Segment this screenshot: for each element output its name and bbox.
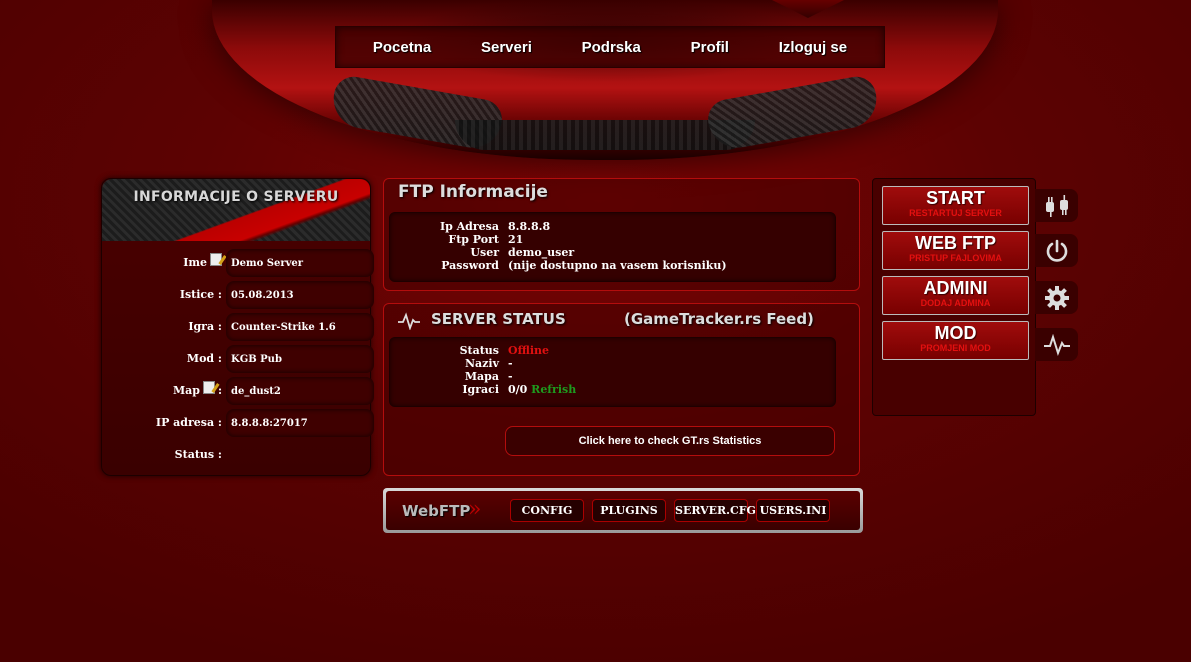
info-label-map: Map: [172, 384, 200, 397]
gear-icon[interactable]: [1035, 281, 1078, 314]
info-label-istice: Istice :: [179, 288, 222, 301]
ftp-value-ip: 8.8.8.8: [508, 220, 551, 233]
ftp-info-title: FTP Informacije: [398, 182, 548, 202]
webftp-servercfg-button[interactable]: SERVER.CFG: [674, 499, 756, 522]
server-status-subtitle: (GameTracker.rs Feed): [624, 310, 814, 328]
server-info-panel: INFORMACIJE O SERVERU Ime Demo Server Is…: [101, 178, 374, 476]
start-button-subtitle: RESTARTUJ SERVER: [909, 208, 1002, 218]
plug-icon[interactable]: [1035, 189, 1078, 222]
ftp-label-user: User: [470, 246, 499, 259]
webftp-label: WebFTP: [402, 502, 471, 520]
gt-statistics-button[interactable]: Click here to check GT.rs Statistics: [505, 426, 835, 456]
chevron-right-icon: »: [468, 497, 482, 522]
ftp-label-password: Password: [441, 259, 499, 272]
mod-button-subtitle: PROMJENI MOD: [920, 343, 991, 353]
webftp-plugins-button[interactable]: PLUGINS: [592, 499, 666, 522]
admini-button-title: ADMINI: [923, 278, 988, 298]
status-value-mapa: -: [508, 370, 513, 383]
info-label-mod: Mod :: [186, 352, 222, 365]
actions-panel: START RESTARTUJ SERVER WEB FTP PRISTUP F…: [872, 178, 1036, 416]
info-value-mod: KGB Pub: [226, 345, 374, 373]
server-info-header: INFORMACIJE O SERVERU: [102, 179, 370, 241]
mod-button-title: MOD: [934, 323, 977, 343]
info-row-mod: Mod : KGB Pub: [102, 345, 374, 373]
ftp-label-ip: Ip Adresa: [439, 220, 499, 233]
info-row-ime: Ime Demo Server: [102, 249, 374, 277]
info-value-istice: 05.08.2013: [226, 281, 374, 309]
nav-profil[interactable]: Profil: [691, 39, 729, 56]
header-car-artwork: [212, 0, 998, 160]
info-value-igra: Counter-Strike 1.6: [226, 313, 374, 341]
admini-button[interactable]: ADMINI DODAJ ADMINA: [882, 276, 1029, 315]
webftp-button-title: WEB FTP: [915, 233, 996, 253]
power-icon[interactable]: [1035, 234, 1078, 267]
webftp-config-button[interactable]: CONFIG: [510, 499, 584, 522]
car-grille: [455, 120, 755, 150]
nav-podrska[interactable]: Podrska: [582, 39, 641, 56]
ftp-value-user: demo_user: [508, 246, 575, 259]
status-value-igraci: 0/0: [508, 383, 528, 396]
nav-pocetna[interactable]: Pocetna: [373, 39, 431, 56]
webftp-bar: WebFTP » CONFIG PLUGINS SERVER.CFG USERS…: [383, 488, 863, 533]
info-row-igra: Igra : Counter-Strike 1.6: [102, 313, 374, 341]
info-label-igra: Igra :: [188, 320, 222, 333]
info-row-istice: Istice : 05.08.2013: [102, 281, 374, 309]
info-row-map: Map : de_dust2: [102, 377, 374, 405]
info-value-ime: Demo Server: [226, 249, 374, 277]
status-label-igraci: Igraci: [462, 383, 499, 396]
admini-button-subtitle: DODAJ ADMINA: [920, 298, 991, 308]
status-value-naziv: -: [508, 357, 513, 370]
car-logo: [772, 0, 844, 18]
status-label-status: Status: [459, 344, 499, 357]
start-button[interactable]: START RESTARTUJ SERVER: [882, 186, 1029, 225]
status-label-naziv: Naziv: [465, 357, 499, 370]
info-label-status: Status :: [174, 448, 222, 461]
nav-serveri[interactable]: Serveri: [481, 39, 532, 56]
info-row-ip: IP adresa : 8.8.8.8:27017: [102, 409, 374, 437]
webftp-usersini-button[interactable]: USERS.INI: [756, 499, 830, 522]
server-info-title: INFORMACIJE O SERVERU: [133, 189, 339, 205]
activity-icon[interactable]: [1035, 328, 1078, 361]
info-value-ip: 8.8.8.8:27017: [226, 409, 374, 437]
ftp-value-password: (nije dostupno na vasem korisniku): [508, 259, 727, 272]
info-value-map: de_dust2: [226, 377, 374, 405]
ftp-value-port: 21: [508, 233, 524, 246]
refresh-link[interactable]: Refrish: [531, 383, 576, 396]
info-label-ip: IP adresa :: [155, 416, 222, 429]
status-value-offline: Offline: [508, 344, 550, 357]
status-label-mapa: Mapa: [464, 370, 499, 383]
webftp-button-subtitle: PRISTUP FAJLOVIMA: [909, 253, 1002, 263]
start-button-title: START: [926, 188, 985, 208]
server-status-box: SERVER STATUS (GameTracker.rs Feed) Stat…: [383, 303, 860, 476]
ftp-label-port: Ftp Port: [448, 233, 499, 246]
top-navigation: Pocetna Serveri Podrska Profil Izloguj s…: [335, 26, 885, 68]
edit-map-icon[interactable]: [202, 381, 215, 394]
nav-logout[interactable]: Izloguj se: [779, 39, 847, 56]
pulse-icon: [398, 312, 420, 330]
info-label-ime: Ime: [183, 256, 207, 269]
ftp-info-box: FTP Informacije Ip Adresa 8.8.8.8 Ftp Po…: [383, 178, 860, 291]
info-row-status: Status :: [102, 441, 372, 469]
mod-button[interactable]: MOD PROMJENI MOD: [882, 321, 1029, 360]
edit-name-icon[interactable]: [210, 253, 222, 266]
server-status-title: SERVER STATUS: [431, 310, 566, 328]
webftp-button[interactable]: WEB FTP PRISTUP FAJLOVIMA: [882, 231, 1029, 270]
